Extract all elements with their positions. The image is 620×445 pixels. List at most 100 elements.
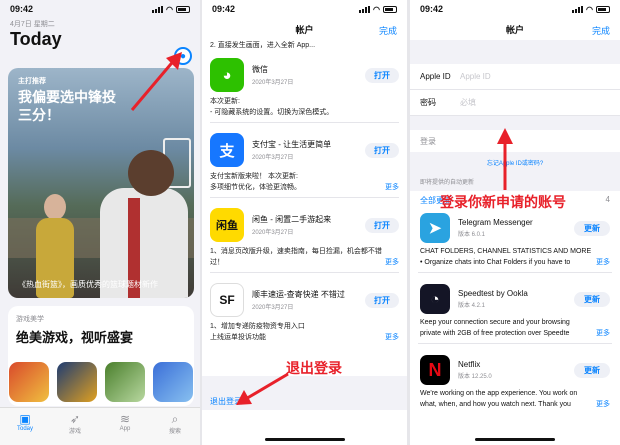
password-field[interactable]: 密码 必填: [410, 90, 620, 116]
app-date: 2020年3月27日: [252, 155, 294, 161]
layers-icon: ≋: [119, 412, 131, 426]
app-update-row: ➤ Telegram Messenger 版本 6.0.1 更新: [410, 206, 620, 246]
game-icon-row: [8, 362, 193, 402]
speedtest-icon: ◔: [420, 284, 450, 314]
open-button[interactable]: 打开: [365, 67, 399, 83]
home-indicator: [475, 438, 555, 441]
done-button[interactable]: 完成: [592, 24, 610, 37]
app-update-row: SF 顺丰速运-查寄快递 不错过 2020年3月27日 打开: [202, 277, 407, 321]
arrow-annotation: [130, 52, 182, 111]
telegram-icon: ➤: [420, 213, 450, 243]
app-name: 闲鱼 - 闲置二手游起来: [252, 215, 332, 224]
battery-icon: [596, 5, 610, 13]
update-button[interactable]: 更新: [574, 291, 610, 307]
home-indicator: [264, 438, 345, 441]
wifi-icon: ◠: [373, 4, 380, 14]
nav-bar: 帐户 完成: [410, 18, 620, 40]
alipay-icon: 支: [210, 133, 244, 167]
more-link[interactable]: 更多: [385, 182, 399, 193]
nav-title: 帐户: [295, 24, 314, 35]
feature-title: 我偏要选中锋投三分！: [18, 89, 116, 123]
today-date: 4月7日 星期二: [10, 21, 55, 28]
status-time: 09:42: [212, 4, 236, 14]
game-icon: [153, 362, 193, 402]
release-notes: Keep your connection secure and your bro…: [420, 319, 610, 339]
done-button[interactable]: 完成: [379, 24, 397, 37]
game-icon: [9, 362, 49, 402]
logout-hint-annotation: 退出登录: [286, 360, 342, 376]
password-input[interactable]: 必填: [460, 97, 476, 108]
status-bar: 09:42 ◠: [202, 0, 407, 18]
tab-games[interactable]: ➶ 游戏: [55, 412, 95, 445]
today-icon: ▣: [19, 412, 31, 426]
feature-tag: 主打推荐: [18, 78, 46, 85]
wifi-icon: ◠: [586, 4, 593, 14]
more-link[interactable]: 更多: [385, 257, 399, 268]
password-label: 密码: [420, 98, 436, 107]
release-notes: 支付宝新版来啦！ 本次更新: 多项细节优化，体验更流畅。 更多: [210, 173, 399, 193]
app-version: 版本 6.0.1: [458, 232, 486, 238]
more-link[interactable]: 更多: [596, 257, 610, 268]
battery-icon: [176, 5, 190, 13]
signal-icon: [359, 5, 371, 13]
app-name: Netflix: [458, 360, 481, 369]
app-update-row: 支 支付宝 - 让生活更简单 2020年3月27日 打开: [202, 127, 407, 171]
tab-bar: ▣ Today ➶ 游戏 ≋ App ⌕ 搜索: [0, 407, 200, 445]
status-bar: 09:42 ◠: [410, 0, 620, 18]
game-story-card[interactable]: 游戏美学 绝美游戏，视听盛宴: [8, 306, 194, 406]
app-date: 2020年3月27日: [252, 305, 294, 311]
netflix-icon: N: [420, 355, 450, 385]
more-link[interactable]: 更多: [596, 328, 610, 339]
release-notes: We're working on the app experience. You…: [420, 390, 610, 410]
app-version: 版本 12.25.0: [458, 374, 492, 380]
game-icon: [105, 362, 145, 402]
tab-apps[interactable]: ≋ App: [105, 412, 145, 445]
rocket-icon: ➶: [69, 412, 81, 426]
more-link[interactable]: 更多: [385, 332, 399, 343]
apple-id-input[interactable]: Apple ID: [460, 72, 491, 81]
more-link[interactable]: 更多: [596, 399, 610, 410]
tab-search[interactable]: ⌕ 搜索: [155, 412, 195, 445]
arrow-annotation: [236, 372, 289, 405]
open-button[interactable]: 打开: [365, 217, 399, 233]
signal-icon: [152, 5, 164, 13]
wifi-icon: ◠: [166, 4, 173, 14]
app-update-row: 闲鱼 闲鱼 - 闲置二手游起来 2020年3月27日 打开: [202, 202, 407, 246]
open-button[interactable]: 打开: [365, 292, 399, 308]
app-name: Speedtest by Ookla: [458, 289, 528, 298]
page-title: Today: [10, 29, 62, 49]
app-date: 2020年3月27日: [252, 230, 294, 236]
status-time: 09:42: [420, 4, 444, 14]
battery-icon: [383, 5, 397, 13]
xianyu-icon: 闲鱼: [210, 208, 244, 242]
game-icon: [57, 362, 97, 402]
app-name: 微信: [252, 65, 268, 74]
tab-today[interactable]: ▣ Today: [5, 412, 45, 445]
app-name: 支付宝 - 让生活更简单: [252, 140, 332, 149]
release-notes: 本次更新: - 可隐藏系统的设置。切换为深色模式。: [210, 98, 334, 116]
apple-id-field[interactable]: Apple ID Apple ID: [410, 64, 620, 90]
update-button[interactable]: 更新: [574, 362, 610, 378]
nav-bar: 帐户 完成: [202, 18, 407, 40]
app-name: 顺丰速运-查寄快递 不错过: [252, 290, 345, 299]
update-count: 4: [605, 195, 610, 204]
wechat-icon: ◕: [210, 58, 244, 92]
release-notes: 1、消息页改版升级，速卖指南，每日捡漏，机会都不错 过！ 更多: [210, 248, 399, 268]
account-signin-screen: 09:42 ◠ 帐户 完成 Apple ID Apple ID 密码 必填 登录 忘…: [410, 0, 620, 445]
status-time: 09:42: [10, 4, 34, 14]
status-bar: 09:42 ◠: [0, 0, 200, 18]
register-hint-annotation: 登录你新申请的账号: [440, 194, 566, 210]
release-notes: 1、增加专递防疫物资专用入口 上线运单投诉功能 更多: [210, 323, 399, 343]
open-button[interactable]: 打开: [365, 142, 399, 158]
app-update-row: ◔ Speedtest by Ookla 版本 4.2.1 更新: [410, 277, 620, 317]
app-date: 2020年3月27日: [252, 80, 294, 86]
update-button[interactable]: 更新: [574, 220, 610, 236]
release-notes: CHAT FOLDERS, CHANNEL STATISTICS AND MOR…: [420, 248, 610, 268]
apple-id-label: Apple ID: [420, 72, 451, 81]
search-icon: ⌕: [171, 412, 179, 426]
app-update-row: N Netflix 版本 12.25.0 更新: [410, 348, 620, 388]
card-tag: 游戏美学: [16, 316, 44, 323]
feature-caption: 《热血街篮》，画质优秀的篮球题材新作: [18, 280, 158, 289]
arrow-annotation: [497, 128, 513, 190]
card-title: 绝美游戏，视听盛宴: [16, 330, 134, 345]
